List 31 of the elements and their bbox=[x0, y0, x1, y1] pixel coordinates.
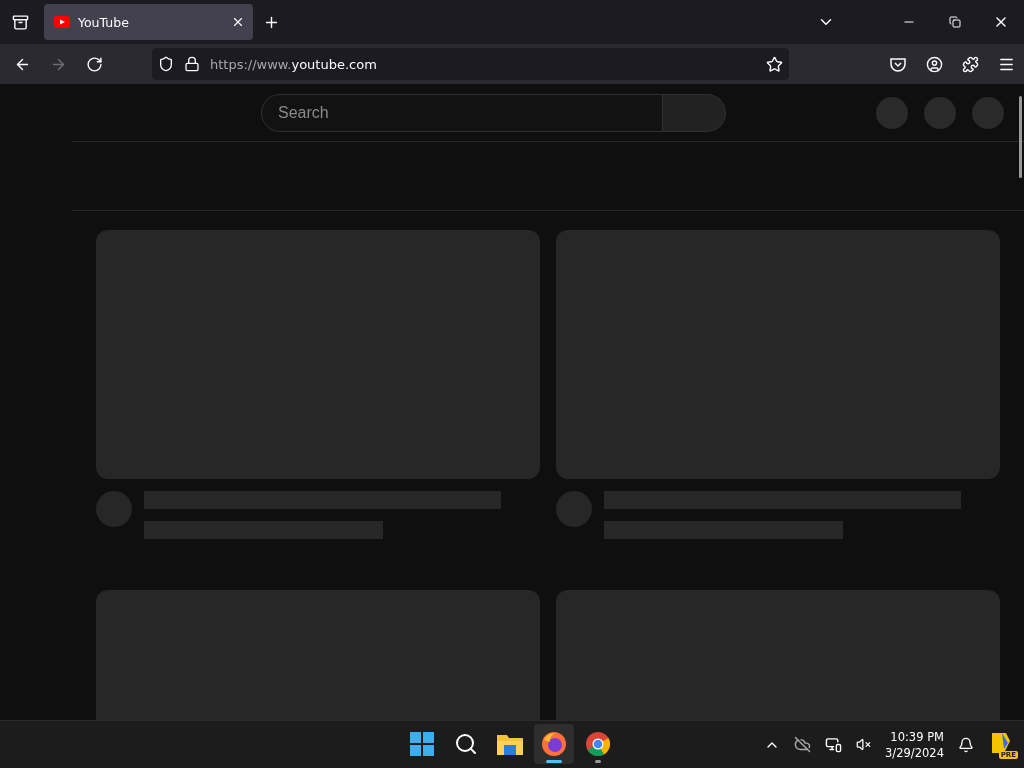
firefox-view-icon[interactable] bbox=[11, 13, 29, 31]
search-field[interactable]: Search bbox=[261, 93, 663, 132]
folder-icon bbox=[497, 733, 523, 755]
windows-logo-icon bbox=[410, 732, 434, 756]
icon-placeholder bbox=[876, 96, 908, 129]
bookmark-star-icon[interactable] bbox=[766, 55, 783, 73]
account-icon[interactable] bbox=[925, 55, 943, 73]
lock-icon[interactable] bbox=[184, 56, 200, 72]
network-icon[interactable] bbox=[825, 736, 843, 753]
avatar-placeholder bbox=[556, 491, 592, 527]
icon-placeholder bbox=[972, 96, 1004, 129]
scrollbar-thumb[interactable] bbox=[1019, 96, 1022, 178]
avatar-placeholder bbox=[96, 491, 132, 527]
youtube-logo-icon bbox=[54, 16, 70, 28]
restore-icon[interactable] bbox=[949, 16, 961, 28]
shield-icon[interactable] bbox=[158, 56, 174, 72]
reload-icon[interactable] bbox=[85, 55, 103, 73]
cloud-off-icon[interactable] bbox=[794, 736, 812, 753]
pocket-icon[interactable] bbox=[890, 56, 906, 72]
url-text: https://www.youtube.com bbox=[210, 56, 378, 72]
firefox-logo-icon bbox=[541, 731, 567, 757]
icon-placeholder bbox=[924, 96, 956, 129]
search-icon bbox=[454, 732, 478, 756]
extensions-icon[interactable] bbox=[961, 55, 979, 73]
clock[interactable]: 10:39 PM 3/29/2024 bbox=[885, 728, 944, 761]
muted-speaker-icon[interactable] bbox=[856, 737, 872, 752]
chrome-logo-icon bbox=[585, 731, 611, 757]
address-bar[interactable]: https://www.youtube.com bbox=[152, 48, 789, 80]
notification-icon[interactable] bbox=[958, 736, 974, 753]
browser-tab[interactable]: YouTube bbox=[44, 4, 253, 40]
close-tab-icon[interactable] bbox=[231, 15, 245, 29]
